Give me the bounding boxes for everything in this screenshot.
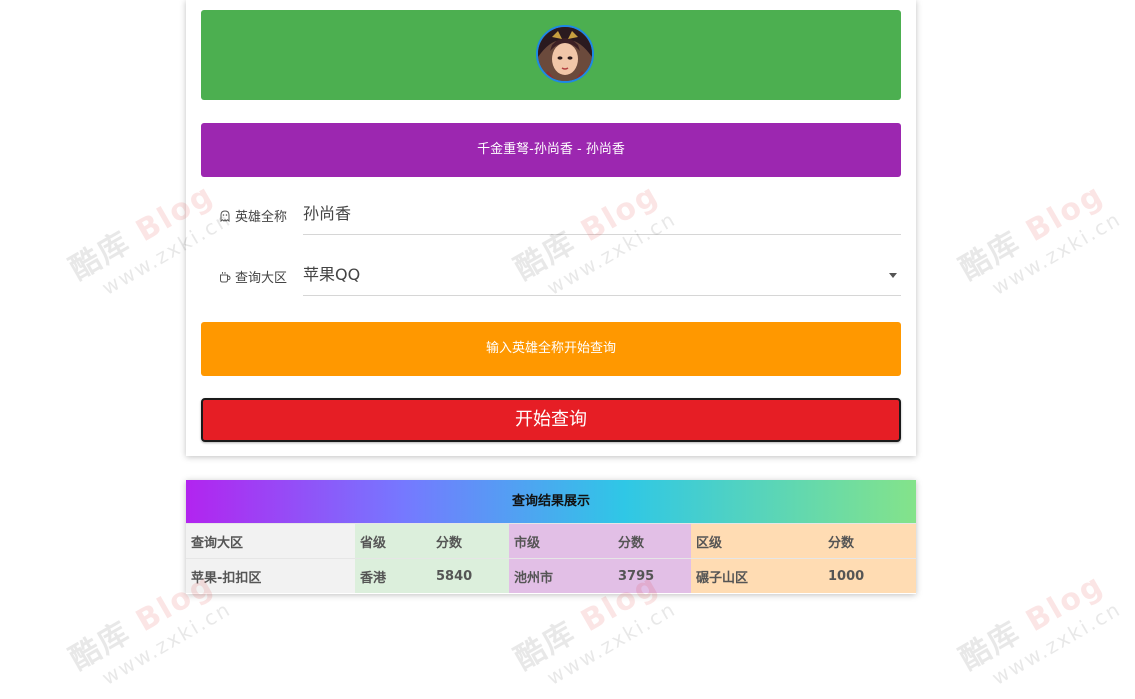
chevron-down-icon[interactable] xyxy=(889,273,897,278)
header-cell-province-score: 分数 xyxy=(431,523,509,559)
watermark: 酷库 Blog www.zxki.cn xyxy=(954,177,1126,300)
table-header-row: 查询大区 省级 分数 市级 分数 区级 分数 xyxy=(186,523,916,559)
region-label-wrap: 查询大区 xyxy=(219,267,287,286)
hero-name-input[interactable]: 孙尚香 xyxy=(303,202,901,235)
start-query-button[interactable]: 开始查询 xyxy=(201,398,901,442)
hero-title-bar: 千金重弩-孙尚香 - 孙尚香 xyxy=(201,123,901,177)
header-cell-city: 市级 xyxy=(509,523,613,559)
results-table: 查询大区 省级 分数 市级 分数 区级 分数 苹果-扣扣区 香港 5840 池州… xyxy=(186,523,916,593)
ghost-icon xyxy=(220,209,230,222)
cell-district-score: 1000 xyxy=(823,558,916,593)
header-cell-district-score: 分数 xyxy=(823,523,916,559)
header-cell-city-score: 分数 xyxy=(613,523,691,559)
hint-bar: 输入英雄全称开始查询 xyxy=(201,322,901,376)
header-cell-district: 区级 xyxy=(691,523,823,559)
watermark: 酷库 Blog www.zxki.cn xyxy=(954,567,1126,690)
cell-city: 池州市 xyxy=(509,558,613,593)
header-cell-region: 查询大区 xyxy=(186,523,355,559)
cell-province-score: 5840 xyxy=(431,558,509,593)
hero-name-label-wrap: 英雄全称 xyxy=(219,206,287,225)
hero-name-field: 英雄全称 孙尚香 xyxy=(201,198,901,238)
region-field: 查询大区 苹果QQ xyxy=(201,259,901,299)
cell-region: 苹果-扣扣区 xyxy=(186,558,355,593)
header-cell-province: 省级 xyxy=(355,523,431,559)
region-label: 查询大区 xyxy=(235,271,288,286)
results-card: 查询结果展示 查询大区 省级 分数 市级 分数 区级 分数 苹果-扣扣区 香港 … xyxy=(186,480,916,594)
results-title: 查询结果展示 xyxy=(186,480,916,523)
cell-city-score: 3795 xyxy=(613,558,691,593)
hero-avatar xyxy=(536,25,594,83)
hero-banner xyxy=(201,10,901,100)
query-card: 千金重弩-孙尚香 - 孙尚香 英雄全称 孙尚香 查询大区 苹果QQ 输入英雄全称… xyxy=(186,0,916,456)
hero-name-label: 英雄全称 xyxy=(235,210,288,225)
cell-province: 香港 xyxy=(355,558,431,593)
region-select[interactable]: 苹果QQ xyxy=(303,263,901,296)
cup-icon xyxy=(220,271,231,282)
table-row: 苹果-扣扣区 香港 5840 池州市 3795 碾子山区 1000 xyxy=(186,558,916,593)
cell-district: 碾子山区 xyxy=(691,558,823,593)
region-selected-value: 苹果QQ xyxy=(303,265,361,284)
